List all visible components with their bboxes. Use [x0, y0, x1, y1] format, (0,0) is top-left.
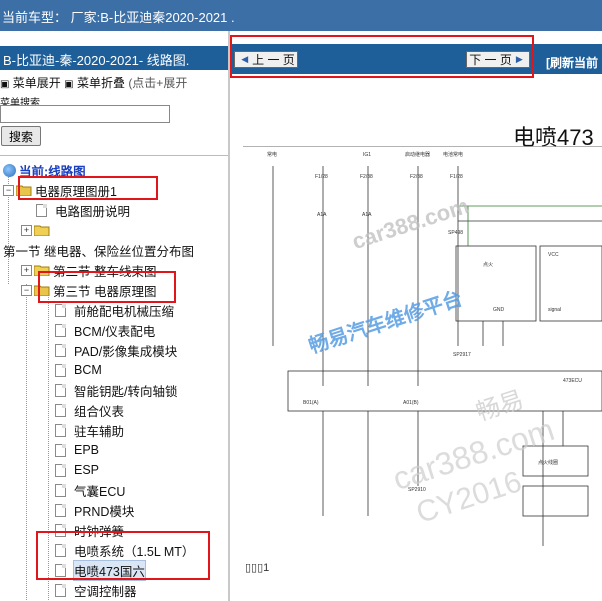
tree-item-doc[interactable]: BCM — [55, 360, 102, 380]
tree-item-label: BCM/仪表配电 — [74, 324, 156, 339]
document-icon — [55, 363, 66, 377]
tree-item-doc[interactable]: 驻车辅助 — [55, 420, 124, 440]
tree-item-label: 驻车辅助 — [74, 424, 125, 439]
diagram-label: 常电 — [267, 151, 277, 158]
highlight-box — [38, 271, 176, 303]
diagram-label: IG1 — [363, 152, 371, 158]
tree-item-label: ESP — [74, 463, 100, 477]
tree-item-doc[interactable]: ESP — [55, 460, 99, 480]
collapse-box-icon[interactable]: − — [3, 184, 14, 196]
collapse-box-icon[interactable]: − — [21, 284, 32, 296]
search-button[interactable]: 搜索 — [1, 126, 41, 146]
menu-hint: (点击+展开 — [128, 76, 188, 90]
tree-line — [26, 284, 27, 600]
tree-item-doc[interactable]: 智能钥匙/转向轴锁 — [55, 380, 177, 400]
document-icon — [55, 403, 66, 417]
tree-item-manual-desc[interactable]: 电路图册说明 — [36, 200, 130, 220]
top-bar: 当前车型： 厂家:B-比亚迪秦2020-2021 . — [0, 0, 602, 31]
tree-item-label: 智能钥匙/转向轴锁 — [74, 384, 178, 399]
document-icon — [55, 503, 66, 517]
diagram-label: 点火 — [483, 262, 493, 268]
tree-item-label: 组合仪表 — [74, 404, 125, 419]
diagram-label: SP2917 — [453, 352, 471, 358]
diagram-label: F1/28 — [450, 174, 463, 180]
tree-item-label: 气囊ECU — [74, 484, 126, 499]
document-icon — [55, 383, 66, 397]
tree-item-doc[interactable]: BCM/仪表配电 — [55, 320, 155, 340]
tree-item-label: 空调控制器 — [74, 584, 137, 599]
tree-item-label: PRND模块 — [74, 504, 135, 519]
document-icon — [55, 443, 66, 457]
globe-icon — [3, 163, 16, 177]
tree-item-doc[interactable]: PRND模块 — [55, 500, 134, 520]
diagram-label: SP498 — [448, 230, 463, 236]
document-icon — [55, 483, 66, 497]
page-number: 1 — [263, 562, 270, 574]
diagram-label: 电池常电 — [443, 151, 463, 158]
sidebar: B-比亚迪-秦-2020-2021- 线路图. ▣ 菜单展开 ▣ 菜单折叠 (点… — [0, 31, 228, 601]
tree-item-label: EPB — [74, 443, 100, 457]
diagram-label: A1A — [362, 212, 372, 218]
diagram-label: F1/28 — [315, 174, 328, 180]
highlight-box — [230, 35, 534, 78]
refresh-link[interactable]: [刷新当前 — [546, 54, 598, 71]
diagram-label: F2/38 — [360, 174, 373, 180]
diagram-label: 473ECU — [563, 378, 582, 384]
menu-expand-link[interactable]: 菜单展开 — [13, 76, 61, 90]
sidebar-header: B-比亚迪-秦-2020-2021- 线路图. — [0, 46, 228, 70]
diagram-label: 点火线圈 — [538, 459, 558, 466]
tree-item-doc[interactable]: 气囊ECU — [55, 480, 125, 500]
page-marker: ▯▯▯1 — [245, 562, 270, 574]
tree-item-doc[interactable]: EPB — [55, 440, 99, 460]
separator — [0, 155, 228, 156]
menu-collapse-link[interactable]: 菜单折叠 — [77, 76, 125, 90]
tree-item-label: 前舱配电机械压缩 — [74, 304, 175, 319]
tree-item-doc[interactable]: 组合仪表 — [55, 400, 124, 420]
tree-item-label: 电路图册说明 — [55, 204, 131, 219]
tree-item-label: BCM — [74, 363, 102, 377]
diagram-label: signal — [548, 307, 561, 313]
wiring-diagram: 常电 IG1 启动继电器 电池常电 F1/28 F2/38 F2/38 F1/2… — [243, 146, 602, 546]
tree-item-empty-folder[interactable]: + — [21, 220, 53, 240]
diagram-label: F2/38 — [410, 174, 423, 180]
collapse-icon[interactable]: ▣ — [64, 79, 73, 90]
diagram-label: B01(A) — [303, 400, 319, 406]
tree-item-label: PAD/影像集成模块 — [74, 344, 178, 359]
search-input[interactable] — [0, 105, 170, 123]
tree-item-doc[interactable]: 空调控制器 — [55, 580, 137, 600]
expand-box-icon[interactable]: + — [21, 264, 32, 276]
current-model-text: 当前车型： 厂家:B-比亚迪秦2020-2021 . — [2, 10, 235, 25]
diagram-label: SP2910 — [408, 487, 426, 493]
document-icon — [55, 323, 66, 337]
document-icon — [55, 583, 66, 597]
folder-icon — [34, 225, 50, 236]
diagram-label: A01(B) — [403, 400, 419, 406]
highlight-box — [36, 531, 210, 580]
document-icon — [55, 463, 66, 477]
diagram-label: A1A — [317, 212, 327, 218]
tree-item-doc[interactable]: PAD/影像集成模块 — [55, 340, 177, 360]
document-icon — [55, 343, 66, 357]
diagram-label: VCC — [548, 252, 559, 258]
sidebar-title: B-比亚迪-秦-2020-2021- 线路图. — [3, 53, 190, 68]
diagram-label: GND — [493, 307, 505, 313]
menu-controls: ▣ 菜单展开 ▣ 菜单折叠 (点击+展开 — [0, 74, 187, 91]
tree-item-section1[interactable]: 第一节 继电器、保险丝位置分布图 — [3, 240, 194, 260]
expand-box-icon[interactable]: + — [21, 224, 32, 236]
document-icon — [55, 303, 66, 317]
highlight-box — [18, 176, 158, 200]
tree-item-label: 第一节 继电器、保险丝位置分布图 — [3, 244, 194, 259]
diagram-label: 启动继电器 — [405, 151, 430, 158]
diagram-viewer: ◀ 上 一 页 下 一 页 ▶ [刷新当前 电喷473 常电 IG1 启动继电器… — [230, 31, 602, 601]
expand-icon[interactable]: ▣ — [0, 79, 9, 90]
document-icon — [55, 423, 66, 437]
document-icon — [36, 203, 47, 217]
tree-item-doc[interactable]: 前舱配电机械压缩 — [55, 300, 174, 320]
